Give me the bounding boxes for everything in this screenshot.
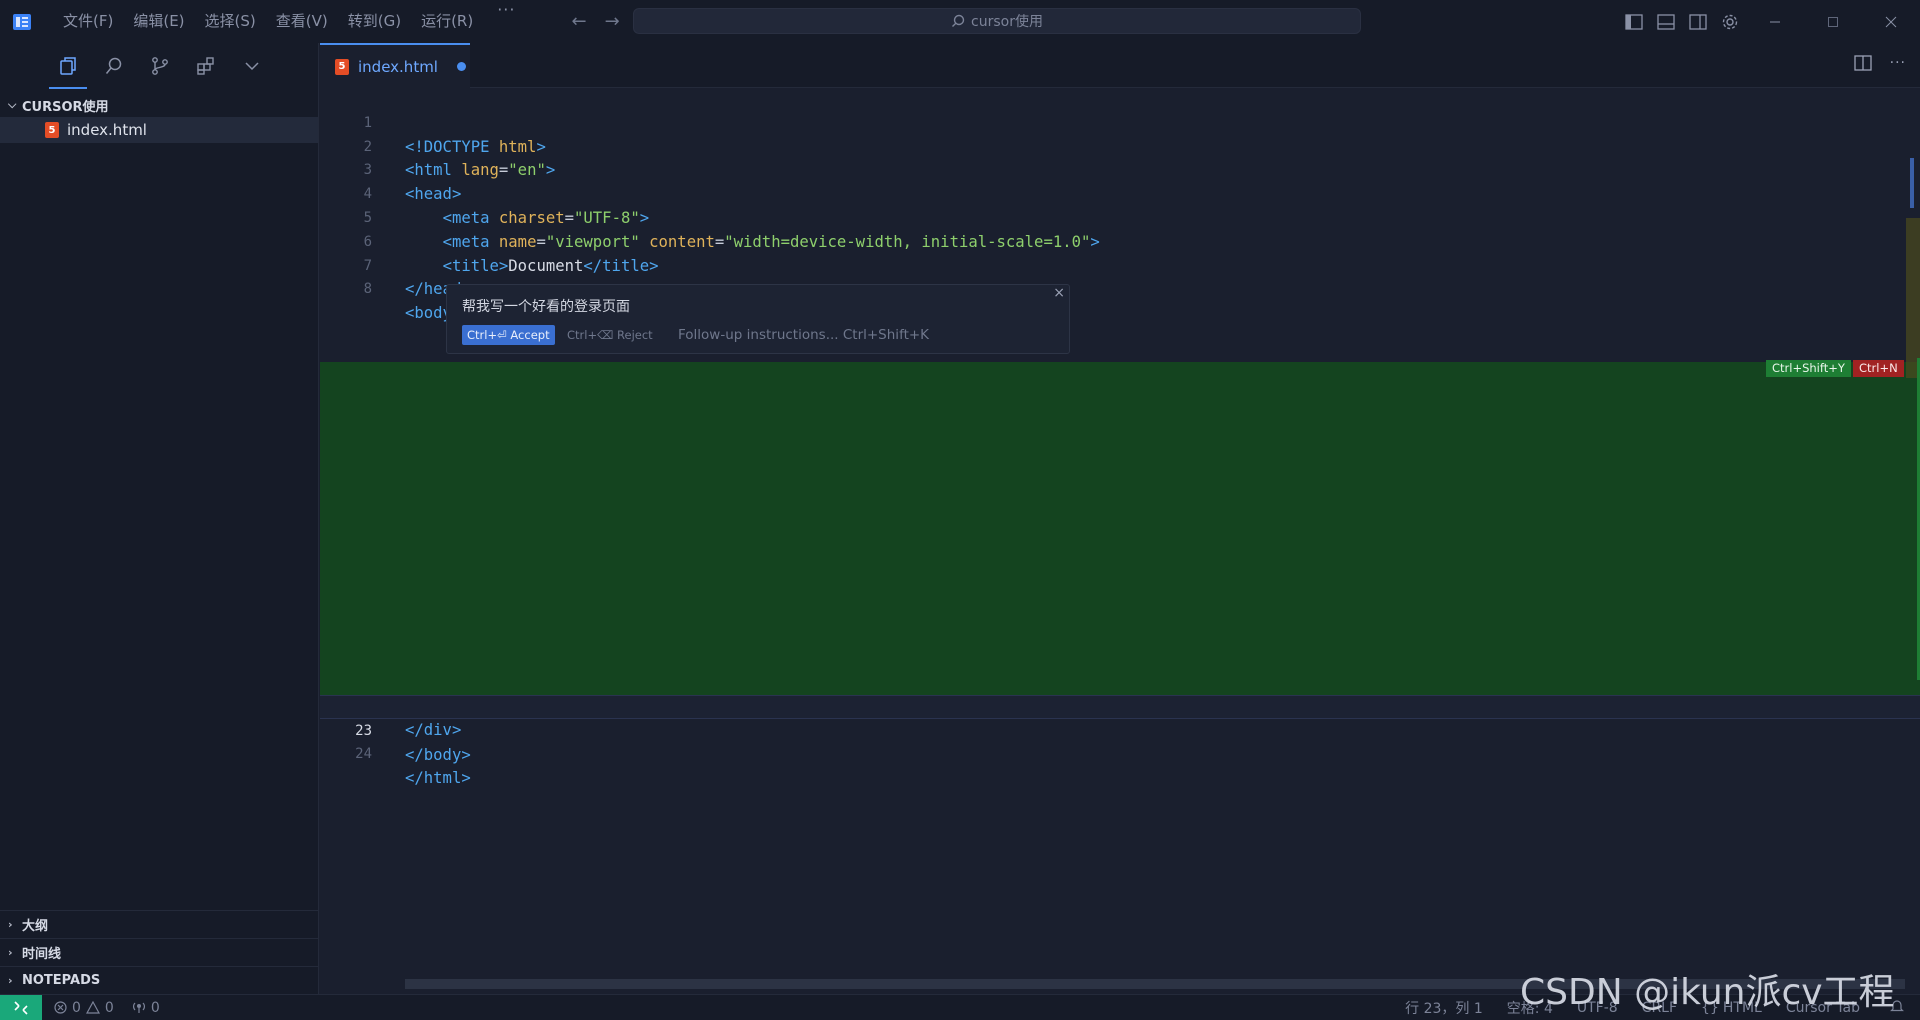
remote-connection-icon[interactable] xyxy=(0,994,42,1020)
timeline-section-label: 时间线 xyxy=(22,947,62,962)
code-line: 7 </head> xyxy=(320,231,1920,299)
toggle-panel-icon[interactable] xyxy=(1650,0,1682,43)
code-line: 5 <meta name="viewport" content="width=d… xyxy=(320,183,1920,251)
menu-selection[interactable]: 选择(S) xyxy=(195,0,266,43)
code-line: 20 <button type="submit" style="width: 1… xyxy=(320,623,1920,691)
split-editor-icon[interactable] xyxy=(1853,55,1872,75)
file-item-index-html[interactable]: 5 index.html xyxy=(0,117,318,143)
chevron-right-icon: › xyxy=(8,918,13,931)
code-line: 24 </html> xyxy=(320,719,1920,787)
code-line: 11 <h2 style="text-align: center;">登录</h… xyxy=(320,409,1920,477)
code-line: 1 <!DOCTYPE html> xyxy=(320,88,1920,156)
code-line: 22 </div> xyxy=(320,671,1920,739)
menu-file[interactable]: 文件(F) xyxy=(53,0,123,43)
chevron-down-icon[interactable] xyxy=(239,53,265,79)
code-line: 15 </div> xyxy=(320,504,1920,572)
explorer-folder-header[interactable]: ⌵ CURSOR使用 xyxy=(0,93,318,117)
back-arrow-icon[interactable]: ← xyxy=(571,11,586,32)
line-number: 24 xyxy=(355,745,372,762)
inline-ai-prompt: 帮我写一个好看的登录页面 × Ctrl+⏎ Accept Ctrl+⌫ Reje… xyxy=(446,284,1070,354)
problems-indicator[interactable]: 0 0 xyxy=(54,1000,114,1016)
csdn-watermark: CSDN @ikun派cv工程师 xyxy=(1520,972,1895,1013)
code-line: 14 <input type="text" id="username" name… xyxy=(320,481,1920,549)
toggle-secondary-sidebar-icon[interactable] xyxy=(1682,0,1714,43)
code-line: 4 <meta charset="UTF-8"> xyxy=(320,159,1920,227)
unsaved-dot-icon[interactable] xyxy=(456,62,466,71)
tab-index-html[interactable]: 5 index.html xyxy=(320,43,470,88)
cursor-logo-icon xyxy=(11,11,33,33)
error-count: 0 xyxy=(72,999,81,1016)
menu-view[interactable]: 查看(V) xyxy=(266,0,338,43)
code-line: 19 </div> xyxy=(320,600,1920,668)
menu-run[interactable]: 运行(R) xyxy=(411,0,483,43)
title-bar: 文件(F) 编辑(E) 选择(S) 查看(V) 转到(G) 运行(R) ··· … xyxy=(0,0,1920,43)
broadcast-icon xyxy=(132,1002,145,1013)
cursor-position[interactable]: 行 23，列 1 xyxy=(1405,998,1483,1018)
chevron-right-icon: › xyxy=(8,946,13,959)
html5-file-icon: 5 xyxy=(45,122,59,138)
outline-section[interactable]: › 大纲 xyxy=(0,910,319,938)
file-name: index.html xyxy=(67,121,147,139)
close-icon[interactable]: × xyxy=(1053,285,1065,301)
reject-all-badge[interactable]: Ctrl+N xyxy=(1853,360,1904,377)
sidebar: ⌵ CURSOR使用 5 index.html › 大纲 › 时间线 › NOT… xyxy=(0,43,319,994)
close-window-button[interactable] xyxy=(1862,0,1920,43)
notepads-section-label: NOTEPADS xyxy=(22,973,101,988)
menu-go[interactable]: 转到(G) xyxy=(338,0,411,43)
code-editor[interactable]: 1 <!DOCTYPE html> 2 <html lang="en"> 3 <… xyxy=(320,88,1920,994)
gear-icon[interactable] xyxy=(1714,0,1746,43)
code-line: 12 <div style="margin-bottom: 20px;"> xyxy=(320,433,1920,501)
chevron-down-icon: ⌵ xyxy=(8,98,17,111)
code-line: 8 <body> xyxy=(320,255,1920,322)
vertical-scrollbar[interactable] xyxy=(1906,88,1920,994)
code-line: 9 <div style="display: flex; justify-con… xyxy=(320,362,1920,430)
line-number: 8 xyxy=(363,281,372,298)
source-control-icon[interactable] xyxy=(147,53,173,79)
code-line: 18 <input type="password" id="password" … xyxy=(320,576,1920,644)
editor-tabs: 5 index.html ··· xyxy=(320,43,1920,88)
search-icon xyxy=(952,14,965,27)
ports-count: 0 xyxy=(150,999,160,1016)
accept-all-badge[interactable]: Ctrl+Shift+Y xyxy=(1766,360,1851,377)
maximize-button[interactable] xyxy=(1804,0,1862,43)
code-line: 16 <div style="margin-bottom: 20px;"> xyxy=(320,528,1920,596)
code-line: 10 <form action="/submit-login" method="… xyxy=(320,385,1920,453)
code-line-current: 23 </body> xyxy=(320,695,1920,764)
prompt-text: 帮我写一个好看的登录页面 xyxy=(462,299,630,315)
minimize-button[interactable] xyxy=(1746,0,1804,43)
toggle-primary-sidebar-icon[interactable] xyxy=(1618,0,1650,43)
accept-button[interactable]: Ctrl+⏎ Accept xyxy=(462,325,555,345)
warning-count: 0 xyxy=(104,999,114,1016)
code-line: 17 <label for="password" style="display:… xyxy=(320,552,1920,620)
followup-input[interactable]: Follow-up instructions... Ctrl+Shift+K xyxy=(678,325,929,345)
ports-indicator[interactable]: 0 xyxy=(132,1000,160,1016)
code-line: 3 <head> xyxy=(320,136,1920,203)
tab-label: index.html xyxy=(358,57,438,76)
code-line: 6 <title>Document</title> xyxy=(320,207,1920,275)
error-icon xyxy=(54,1001,67,1014)
warning-icon xyxy=(85,1001,100,1014)
more-menu-button[interactable]: ··· xyxy=(483,0,529,43)
outline-section-label: 大纲 xyxy=(22,919,49,934)
menu-bar: 文件(F) 编辑(E) 选择(S) 查看(V) 转到(G) 运行(R) ··· xyxy=(53,0,529,43)
command-search-box[interactable]: cursor使用 xyxy=(633,8,1361,34)
search-box-text: cursor使用 xyxy=(971,14,1043,30)
reject-button[interactable]: Ctrl+⌫ Reject xyxy=(567,325,653,345)
more-actions-icon[interactable]: ··· xyxy=(1890,55,1906,75)
html5-file-icon: 5 xyxy=(335,58,349,75)
code-line: 2 <html lang="en"> xyxy=(320,112,1920,180)
explorer-files-icon[interactable] xyxy=(49,53,87,89)
code-line: 13 <label for="username" style="display:… xyxy=(320,457,1920,525)
folder-name: CURSOR使用 xyxy=(22,99,109,115)
chevron-right-icon: › xyxy=(8,974,13,987)
extensions-icon[interactable] xyxy=(193,53,219,79)
activity-bar xyxy=(0,43,318,89)
code-line: 21 </form> xyxy=(320,647,1920,715)
notepads-section[interactable]: › NOTEPADS xyxy=(0,966,319,994)
forward-arrow-icon[interactable]: → xyxy=(605,11,620,32)
menu-edit[interactable]: 编辑(E) xyxy=(123,0,194,43)
timeline-section[interactable]: › 时间线 xyxy=(0,938,319,966)
search-icon[interactable] xyxy=(101,53,127,79)
